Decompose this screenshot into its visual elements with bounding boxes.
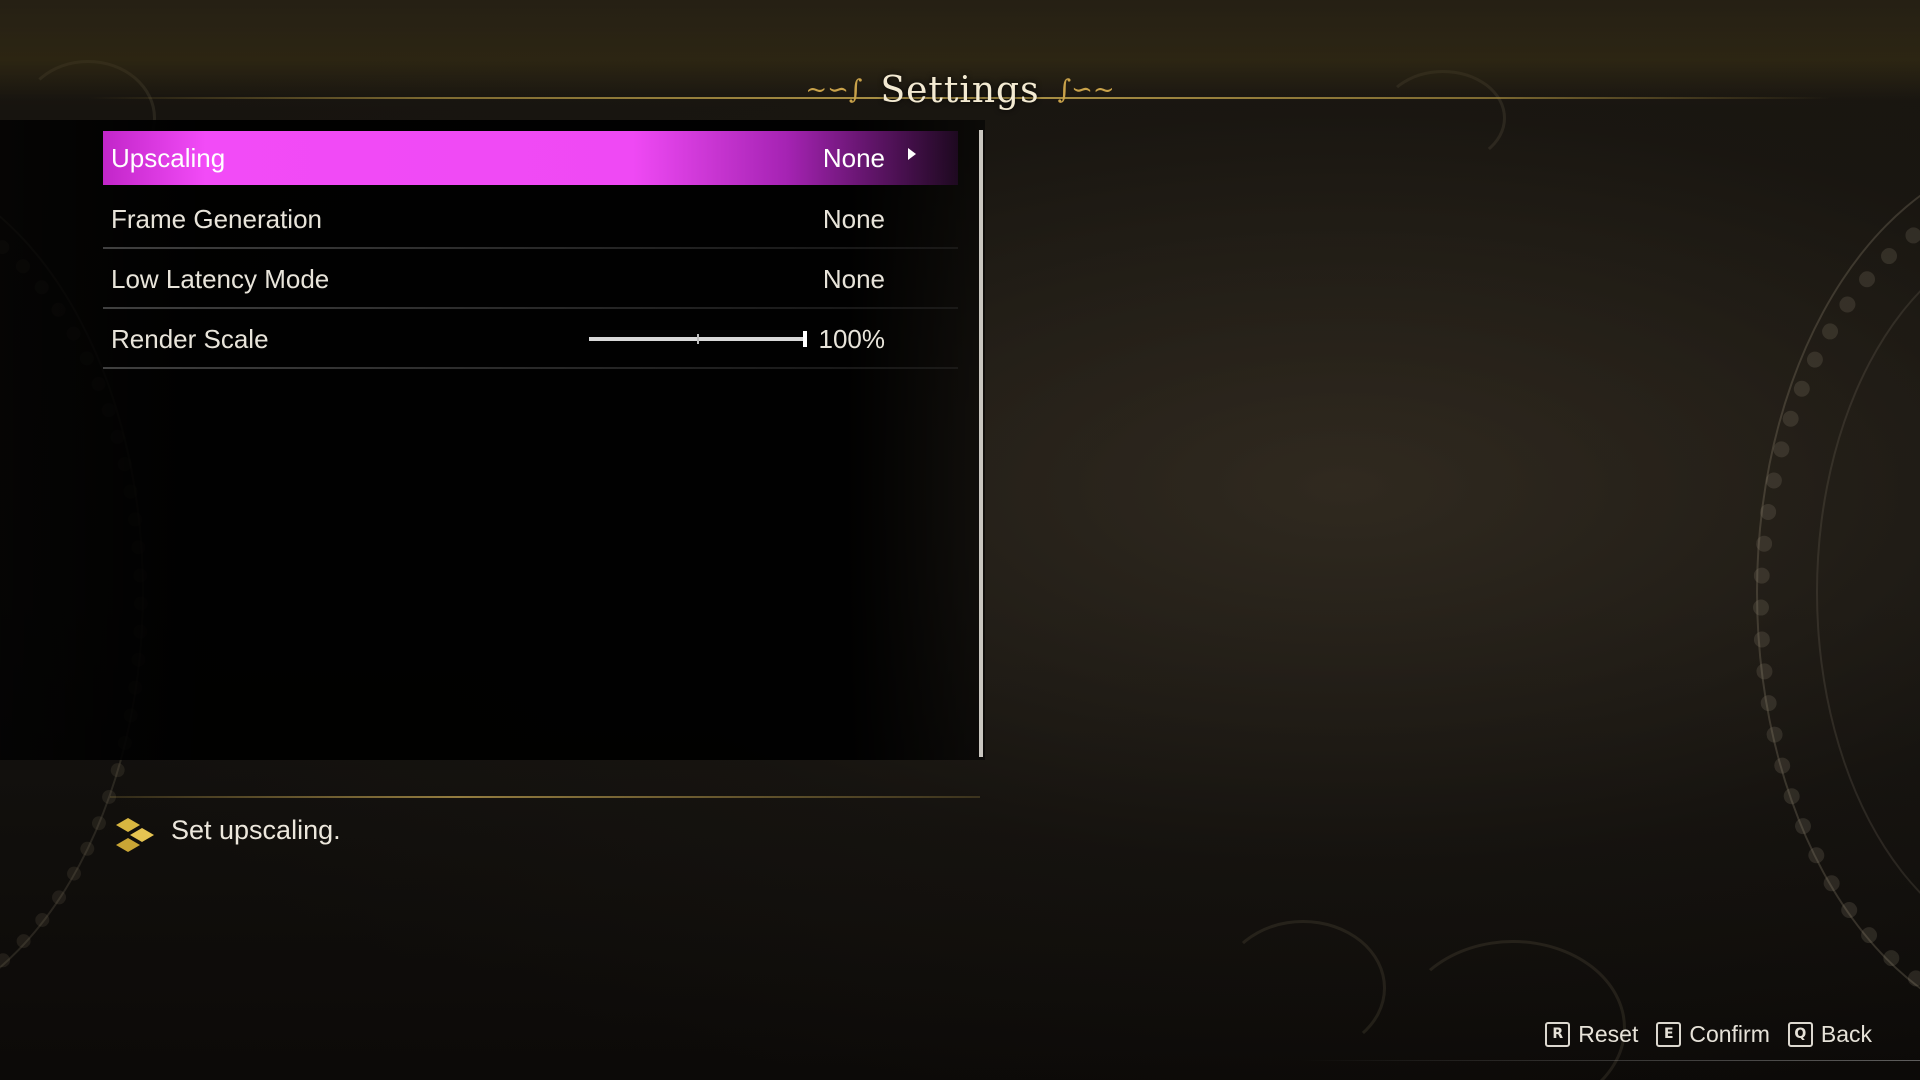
chevron-right-icon[interactable]: [908, 148, 916, 160]
key-hints-bar: R Reset E Confirm Q Back: [1545, 1018, 1872, 1050]
setting-description: Set upscaling.: [171, 815, 341, 845]
hint-label: Back: [1820, 1020, 1872, 1047]
background-ornament-right-inner: [1753, 185, 1920, 1027]
setting-value: None: [822, 142, 885, 173]
setting-row-upscaling[interactable]: Upscaling None: [103, 131, 958, 185]
panel-scrollbar[interactable]: [979, 130, 983, 757]
hint-label: Confirm: [1689, 1020, 1770, 1047]
title-container: ~∽∫ Settings ∫∽~: [760, 62, 1160, 118]
description-divider: [110, 796, 980, 798]
hint-confirm[interactable]: E Confirm: [1656, 1021, 1770, 1048]
setting-row-low-latency-mode[interactable]: Low Latency Mode None: [103, 252, 958, 309]
setting-label: Low Latency Mode: [111, 263, 330, 294]
setting-row-frame-generation[interactable]: Frame Generation None: [103, 192, 958, 249]
key-r-icon: R: [1545, 1021, 1571, 1047]
background-swirl: [1220, 920, 1386, 1056]
render-scale-slider[interactable]: [589, 331, 807, 347]
setting-label: Render Scale: [111, 323, 269, 354]
bottom-divider: [1300, 1060, 1920, 1061]
background-ornament-right: [1756, 150, 1920, 1034]
hint-back[interactable]: Q Back: [1787, 1020, 1872, 1048]
setting-value: None: [822, 203, 885, 234]
hint-label: Reset: [1578, 1020, 1639, 1047]
setting-label: Upscaling: [111, 142, 226, 173]
setting-value: 100%: [818, 323, 886, 354]
game-settings-screen: ~∽∫ Settings ∫∽~ Upscaling None Frame Ge…: [0, 0, 1920, 1080]
hint-reset[interactable]: R Reset: [1545, 1021, 1638, 1048]
scroll-flourish-icon: ~∽∫: [805, 75, 863, 105]
page-title: Settings: [880, 69, 1040, 111]
setting-row-render-scale[interactable]: Render Scale 100%: [103, 312, 958, 369]
background-swirl: [1400, 940, 1626, 1080]
scroll-flourish-icon: ∫∽~: [1057, 75, 1115, 105]
slider-midpoint-tick: [697, 334, 699, 344]
slider-handle[interactable]: [803, 331, 807, 347]
key-q-icon: Q: [1787, 1021, 1813, 1047]
setting-value: None: [822, 263, 885, 294]
setting-label: Frame Generation: [111, 203, 322, 234]
key-e-icon: E: [1656, 1021, 1682, 1047]
diamond-cluster-icon: [116, 818, 154, 852]
background-ornament-right-core: [1816, 230, 1920, 954]
